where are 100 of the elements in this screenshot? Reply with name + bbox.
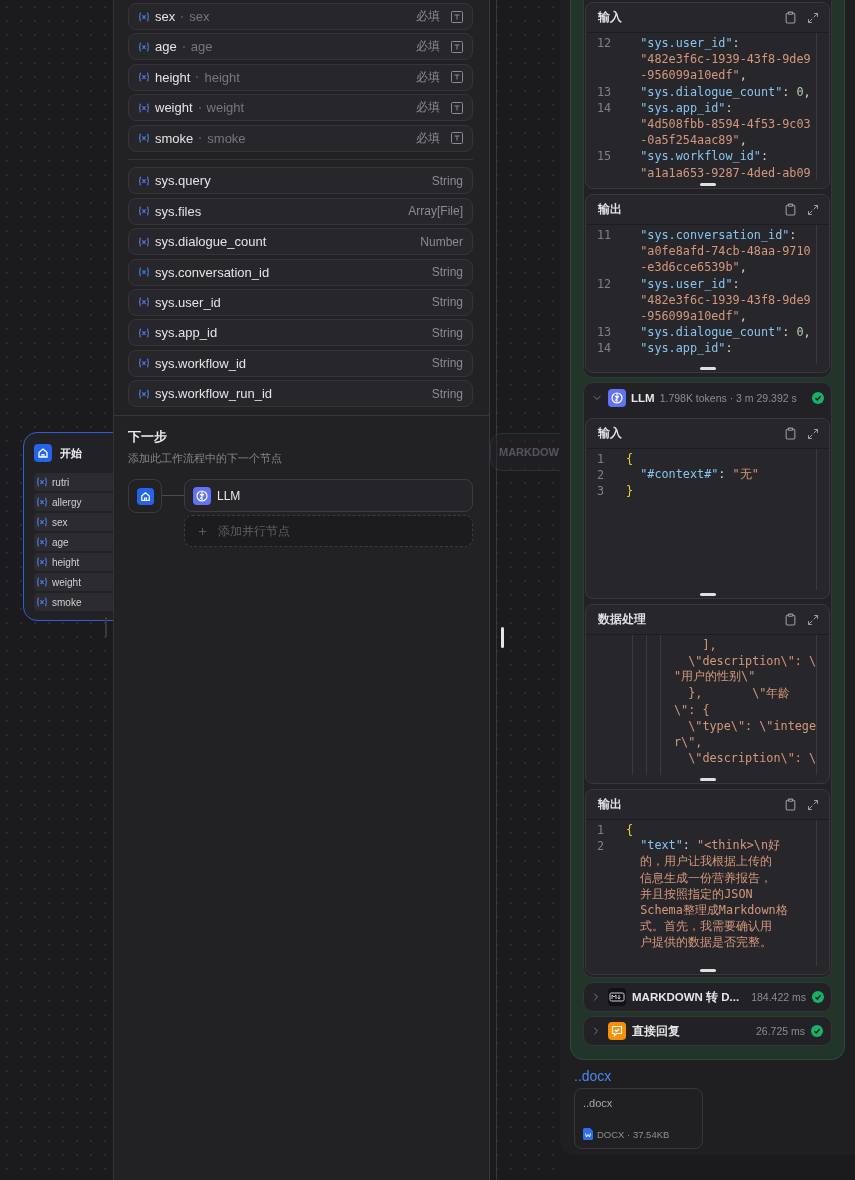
next-node[interactable]: LLM: [184, 479, 473, 513]
input-variable-row[interactable]: age age 必填: [128, 33, 473, 61]
code-line: \"description\": \: [687, 751, 817, 766]
panel-title: 输入: [598, 10, 623, 25]
resize-handle[interactable]: [699, 778, 716, 781]
resize-handle[interactable]: [501, 627, 504, 648]
variable-name: sex: [155, 9, 176, 24]
code-line: "sys.dialogue_count": 0,: [639, 84, 811, 99]
variable-name: smoke: [155, 130, 194, 146]
variable-label: sex: [189, 9, 210, 24]
input-variable-row[interactable]: sex sex 必填: [128, 3, 473, 30]
input-variable-row[interactable]: weight weight 必填: [128, 94, 473, 122]
clipboard-icon[interactable]: [784, 203, 797, 216]
line-number: 2: [596, 468, 606, 483]
line-number: 14: [596, 341, 613, 356]
start-node[interactable]: 开始 rutri allergy sex age height weight smoke: [23, 432, 113, 621]
input-variable-row[interactable]: smoke smoke 必填: [128, 124, 473, 152]
variable-icon: [138, 206, 150, 217]
variable-icon: [36, 537, 48, 547]
node-title: MARKDOWN 转 D...: [632, 989, 740, 1005]
markdown-icon: [608, 988, 626, 1006]
text-input-icon: [451, 71, 463, 84]
resize-handle[interactable]: [699, 183, 716, 186]
clipboard-icon[interactable]: [784, 798, 797, 811]
variable-name: sys.query: [155, 173, 211, 189]
expand-icon[interactable]: [807, 11, 819, 24]
variable-icon: [36, 517, 48, 527]
variable-name: sys.workflow_id: [155, 355, 247, 371]
node-variable: smoke: [34, 593, 113, 611]
variable-icon: [138, 388, 150, 399]
step-row[interactable]: 直接回复 26.725 ms: [583, 1016, 832, 1046]
system-variable-row[interactable]: sys.files Array[File]: [128, 197, 473, 225]
code-line: -e3d6cce6539b",: [639, 260, 747, 275]
variable-name: sys.dialogue_count: [155, 234, 267, 250]
panel-title: 输出: [598, 202, 623, 217]
node-title: 开始: [60, 445, 82, 461]
variable-icon: [138, 327, 150, 338]
step-time: 184.422 ms: [751, 991, 807, 1003]
system-variable-row[interactable]: sys.workflow_run_id String: [128, 380, 473, 408]
code-line: {: [626, 823, 634, 838]
system-variable-row[interactable]: sys.dialogue_count Number: [128, 228, 473, 256]
line-number: 1: [596, 823, 606, 838]
node-variable: sex: [34, 513, 113, 531]
line-number: 11: [596, 228, 613, 243]
system-variable-row[interactable]: sys.app_id String: [128, 319, 473, 347]
variable-icon: [138, 236, 150, 247]
variable-icon: [36, 497, 48, 507]
code-line: "sys.app_id":: [639, 341, 733, 356]
code-line: "sys.conversation_id":: [639, 228, 797, 243]
success-check-icon: [812, 392, 824, 404]
variable-name: sys.user_id: [155, 294, 221, 310]
node-title: LLM: [631, 392, 655, 404]
panel-title: 输出: [598, 797, 623, 812]
system-variable-row[interactable]: sys.user_id String: [128, 288, 473, 316]
code-line: 式。首先，我需要确认用: [639, 919, 773, 936]
code-line: -956099a10edf",: [639, 68, 747, 83]
clipboard-icon[interactable]: [784, 613, 797, 626]
file-card[interactable]: ..docx DOCX · 37.54KB: [574, 1088, 703, 1149]
code-line: }: [626, 484, 634, 499]
system-variable-row[interactable]: sys.workflow_id String: [128, 349, 473, 377]
success-check-icon: [811, 1025, 823, 1037]
file-link[interactable]: ..docx: [574, 1068, 612, 1084]
system-variable-row[interactable]: sys.conversation_id String: [128, 258, 473, 286]
expand-icon[interactable]: [807, 613, 819, 626]
step-row[interactable]: MARKDOWN 转 D... 184.422 ms: [583, 982, 832, 1012]
required-tag: 必填: [416, 130, 440, 146]
variable-type: String: [431, 265, 463, 279]
panel-title: 输入: [598, 426, 623, 441]
expand-icon[interactable]: [807, 203, 819, 216]
node-handle[interactable]: [105, 617, 107, 637]
variable-icon: [138, 41, 150, 52]
code-line: "sys.user_id":: [639, 276, 740, 291]
variable-type: String: [431, 173, 463, 188]
expand-icon[interactable]: [807, 427, 819, 440]
text-input-icon: [451, 10, 463, 23]
clipboard-icon[interactable]: [784, 427, 797, 440]
resize-handle[interactable]: [699, 593, 716, 596]
line-number: 3: [596, 484, 606, 499]
variable-name: sys.workflow_run_id: [155, 386, 273, 402]
code-line: -0a5f254aac89",: [639, 133, 747, 148]
resize-handle[interactable]: [699, 969, 716, 972]
variable-icon: [138, 267, 150, 277]
code-line: }, \"年龄: [687, 685, 791, 702]
node-variable: weight: [34, 573, 113, 591]
node-variable: age: [34, 533, 113, 551]
line-number: 12: [596, 276, 613, 291]
clipboard-icon[interactable]: [784, 11, 797, 24]
file-name: ..docx: [583, 1097, 614, 1109]
variable-icon: [36, 477, 48, 487]
expand-icon[interactable]: [807, 798, 819, 811]
input-variable-row[interactable]: height height 必填: [128, 63, 473, 91]
system-variable-row[interactable]: sys.query String: [128, 167, 473, 195]
code-line: "#context#": "无": [639, 467, 759, 484]
variable-name: height: [155, 69, 191, 85]
variable-type: Number: [420, 234, 463, 249]
required-tag: 必填: [416, 69, 440, 85]
resize-handle[interactable]: [699, 367, 716, 370]
code-line: "text": "<think>\n好: [639, 838, 781, 855]
plus-icon: [197, 525, 208, 537]
node-variable: rutri: [34, 473, 113, 491]
